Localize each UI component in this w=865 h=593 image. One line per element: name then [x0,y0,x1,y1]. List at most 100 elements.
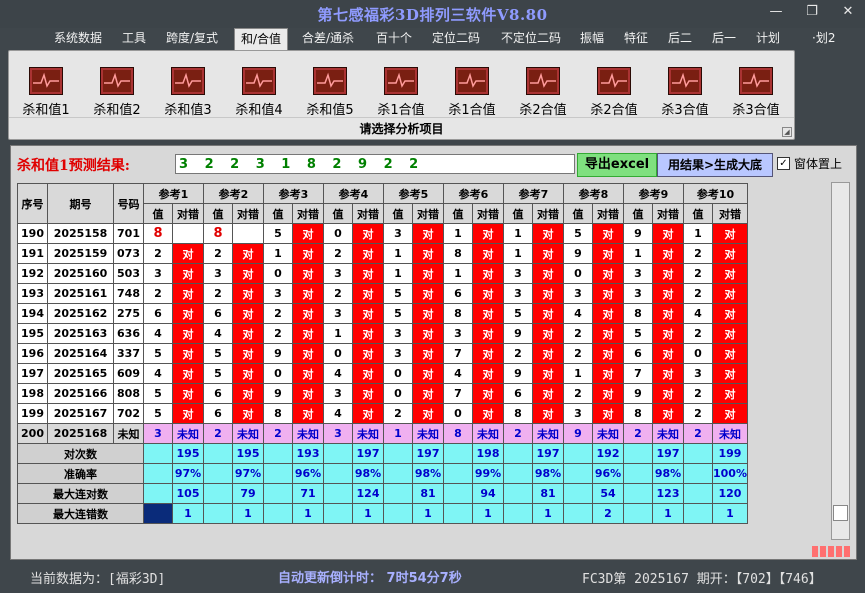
header-period[interactable]: 期号 [47,183,114,224]
ref-value: 6 [143,303,173,324]
scroll-thumb[interactable] [833,505,848,521]
ribbon-kill-sum-2[interactable]: 杀和值2 [86,67,148,118]
minimize-button[interactable]: — [765,4,787,19]
current-data-label: 当前数据为：[福彩3D] [30,572,166,587]
menu-plan[interactable]: 计划 [750,28,786,49]
table-row[interactable]: 193 2025161 748 2 对 2 对 3 对 2 对 5 对 6 对 3 对 3 对 3 对 2 对 [17,283,748,304]
close-button[interactable]: ✕ [837,4,859,19]
topmost-toggle[interactable]: ✓ 窗体置上 [777,155,842,172]
ref-result: 对 [412,383,444,404]
ribbon-kill-sum-5[interactable]: 杀和值5 [299,67,361,118]
generate-base-button[interactable]: 用结果>生成大底 [657,153,773,177]
header-ref-7[interactable]: 参考7 [503,183,564,204]
restore-button[interactable]: ❐ [801,4,823,19]
header-ref-1[interactable]: 参考1 [143,183,204,204]
pred-result: 未知 [652,423,684,444]
menu-tools[interactable]: 工具 [116,28,152,49]
subheader-result: 对错 [412,203,444,224]
table-row[interactable]: 197 2025165 609 4 对 5 对 0 对 4 对 0 对 4 对 9 对 1 对 7 对 3 对 [17,363,748,384]
ribbon-kill-3-combo-a[interactable]: 杀3合值 [654,67,716,118]
table-row[interactable]: 192 2025160 503 3 对 3 对 0 对 3 对 1 对 1 对 3 对 0 对 3 对 2 对 [17,263,748,284]
table-row[interactable]: 198 2025166 808 5 对 6 对 9 对 3 对 0 对 7 对 6 对 2 对 9 对 2 对 [17,383,748,404]
ref-result: 对 [472,263,504,284]
header-ref-10[interactable]: 参考10 [683,183,748,204]
ribbon-kill-sum-4[interactable]: 杀和值4 [228,67,290,118]
menu-sum-value[interactable]: 和/合值 [234,28,289,50]
menu-digits[interactable]: 百十个 [370,28,418,49]
pred-value: 2 [263,423,293,444]
row-number: 073 [113,243,144,264]
stats-value: 81 [532,483,564,504]
table-row[interactable]: 195 2025163 636 4 对 4 对 2 对 1 对 3 对 3 对 9 对 2 对 5 对 2 对 [17,323,748,344]
table-row[interactable]: 194 2025162 275 6 对 6 对 2 对 3 对 5 对 8 对 5 对 4 对 8 对 4 对 [17,303,748,324]
ref-value: 2 [143,243,173,264]
ref-value: 5 [623,323,653,344]
header-seq[interactable]: 序号 [17,183,48,224]
ref-value: 1 [443,223,473,244]
ref-result: 对 [472,343,504,364]
prediction-row[interactable]: 200 2025168 未知 3 未知 2 未知 2 未知 3 未知 1 未知 8 未知 2 未知 9 未知 2 未知 2… [17,423,748,444]
stats-spacer [443,503,473,524]
ribbon-kill-3-combo-b[interactable]: 杀3合值 [725,67,787,118]
stats-spacer [323,443,353,464]
stats-value: 124 [352,483,384,504]
stats-spacer [203,463,233,484]
ribbon-kill-sum-1[interactable]: 杀和值1 [15,67,77,118]
menu-feature[interactable]: 特征 [618,28,654,49]
menu-amplitude[interactable]: 振幅 [574,28,610,49]
prediction-field[interactable]: 3 2 2 3 1 8 2 9 2 2 [175,154,575,174]
stats-value: 197 [412,443,444,464]
expand-corner-icon[interactable]: ◢ [782,127,792,137]
ribbon-kill-sum-3[interactable]: 杀和值3 [157,67,219,118]
pred-result: 未知 [592,423,624,444]
header-ref-5[interactable]: 参考5 [383,183,444,204]
header-number[interactable]: 号码 [113,183,144,224]
table-row[interactable]: 199 2025167 702 5 对 6 对 8 对 4 对 2 对 0 对 8 对 3 对 8 对 2 对 [17,403,748,424]
stats-value: 199 [712,443,748,464]
row-period: 2025163 [47,323,114,344]
menu-pos-two[interactable]: 定位二码 [426,28,486,49]
ref-result: 对 [292,223,324,244]
export-excel-button[interactable]: 导出excel [577,153,657,177]
stats-value: 105 [172,483,204,504]
subheader-result: 对错 [292,203,324,224]
stats-spacer [263,483,293,504]
ref-result: 对 [232,263,264,284]
vertical-scrollbar[interactable] [831,182,850,540]
stats-row: 最大连对数 105 79 71 124 81 94 81 54 123 120 [17,483,748,504]
row-seq: 199 [17,403,48,424]
table-row[interactable]: 191 2025159 073 2 对 2 对 1 对 2 对 1 对 8 对 1 对 9 对 1 对 2 对 [17,243,748,264]
menu-span-compound[interactable]: 跨度/复式 [160,28,224,49]
table-row[interactable]: 190 2025158 701 8 8 5 对 0 对 3 对 1 对 1 对 5 对 9 对 1 对 [17,223,748,244]
ref-value: 2 [563,323,593,344]
header-ref-8[interactable]: 参考8 [563,183,624,204]
menu-plan-2[interactable]: ·划2 [806,28,841,49]
menu-nonpos-two[interactable]: 不定位二码 [495,28,567,49]
ribbon-kill-2-combo-b[interactable]: 杀2合值 [583,67,645,118]
menu-last-two[interactable]: 后二 [662,28,698,49]
menu-last-one[interactable]: 后一 [706,28,742,49]
ribbon-kill-1-combo-a[interactable]: 杀1合值 [370,67,432,118]
topmost-checkbox[interactable]: ✓ [777,157,790,170]
header-ref-4[interactable]: 参考4 [323,183,384,204]
row-period: 2025159 [47,243,114,264]
table-row[interactable]: 196 2025164 337 5 对 5 对 9 对 0 对 3 对 7 对 2 对 2 对 6 对 0 对 [17,343,748,364]
header-ref-3[interactable]: 参考3 [263,183,324,204]
status-bar: 当前数据为：[福彩3D] 自动更新倒计时： 7时54分7秒 FC3D第 2025… [0,562,865,593]
ribbon-kill-1-combo-b[interactable]: 杀1合值 [441,67,503,118]
ref-result: 对 [352,383,384,404]
ref-value: 3 [203,263,233,284]
ribbon-kill-2-combo-a[interactable]: 杀2合值 [512,67,574,118]
header-ref-6[interactable]: 参考6 [443,183,504,204]
menu-system-data[interactable]: 系统数据 [48,28,108,49]
ref-value: 8 [203,223,233,244]
header-ref-2[interactable]: 参考2 [203,183,264,204]
stats-spacer [503,483,533,504]
menu-diff-kill[interactable]: 合差/通杀 [296,28,360,49]
ref-value: 4 [683,303,713,324]
stats-value: 1 [352,503,384,524]
ref-value: 2 [203,243,233,264]
stats-row: 最大连错数 1 1 1 1 1 1 1 2 1 1 [17,503,748,524]
ref-value: 2 [683,323,713,344]
header-ref-9[interactable]: 参考9 [623,183,684,204]
